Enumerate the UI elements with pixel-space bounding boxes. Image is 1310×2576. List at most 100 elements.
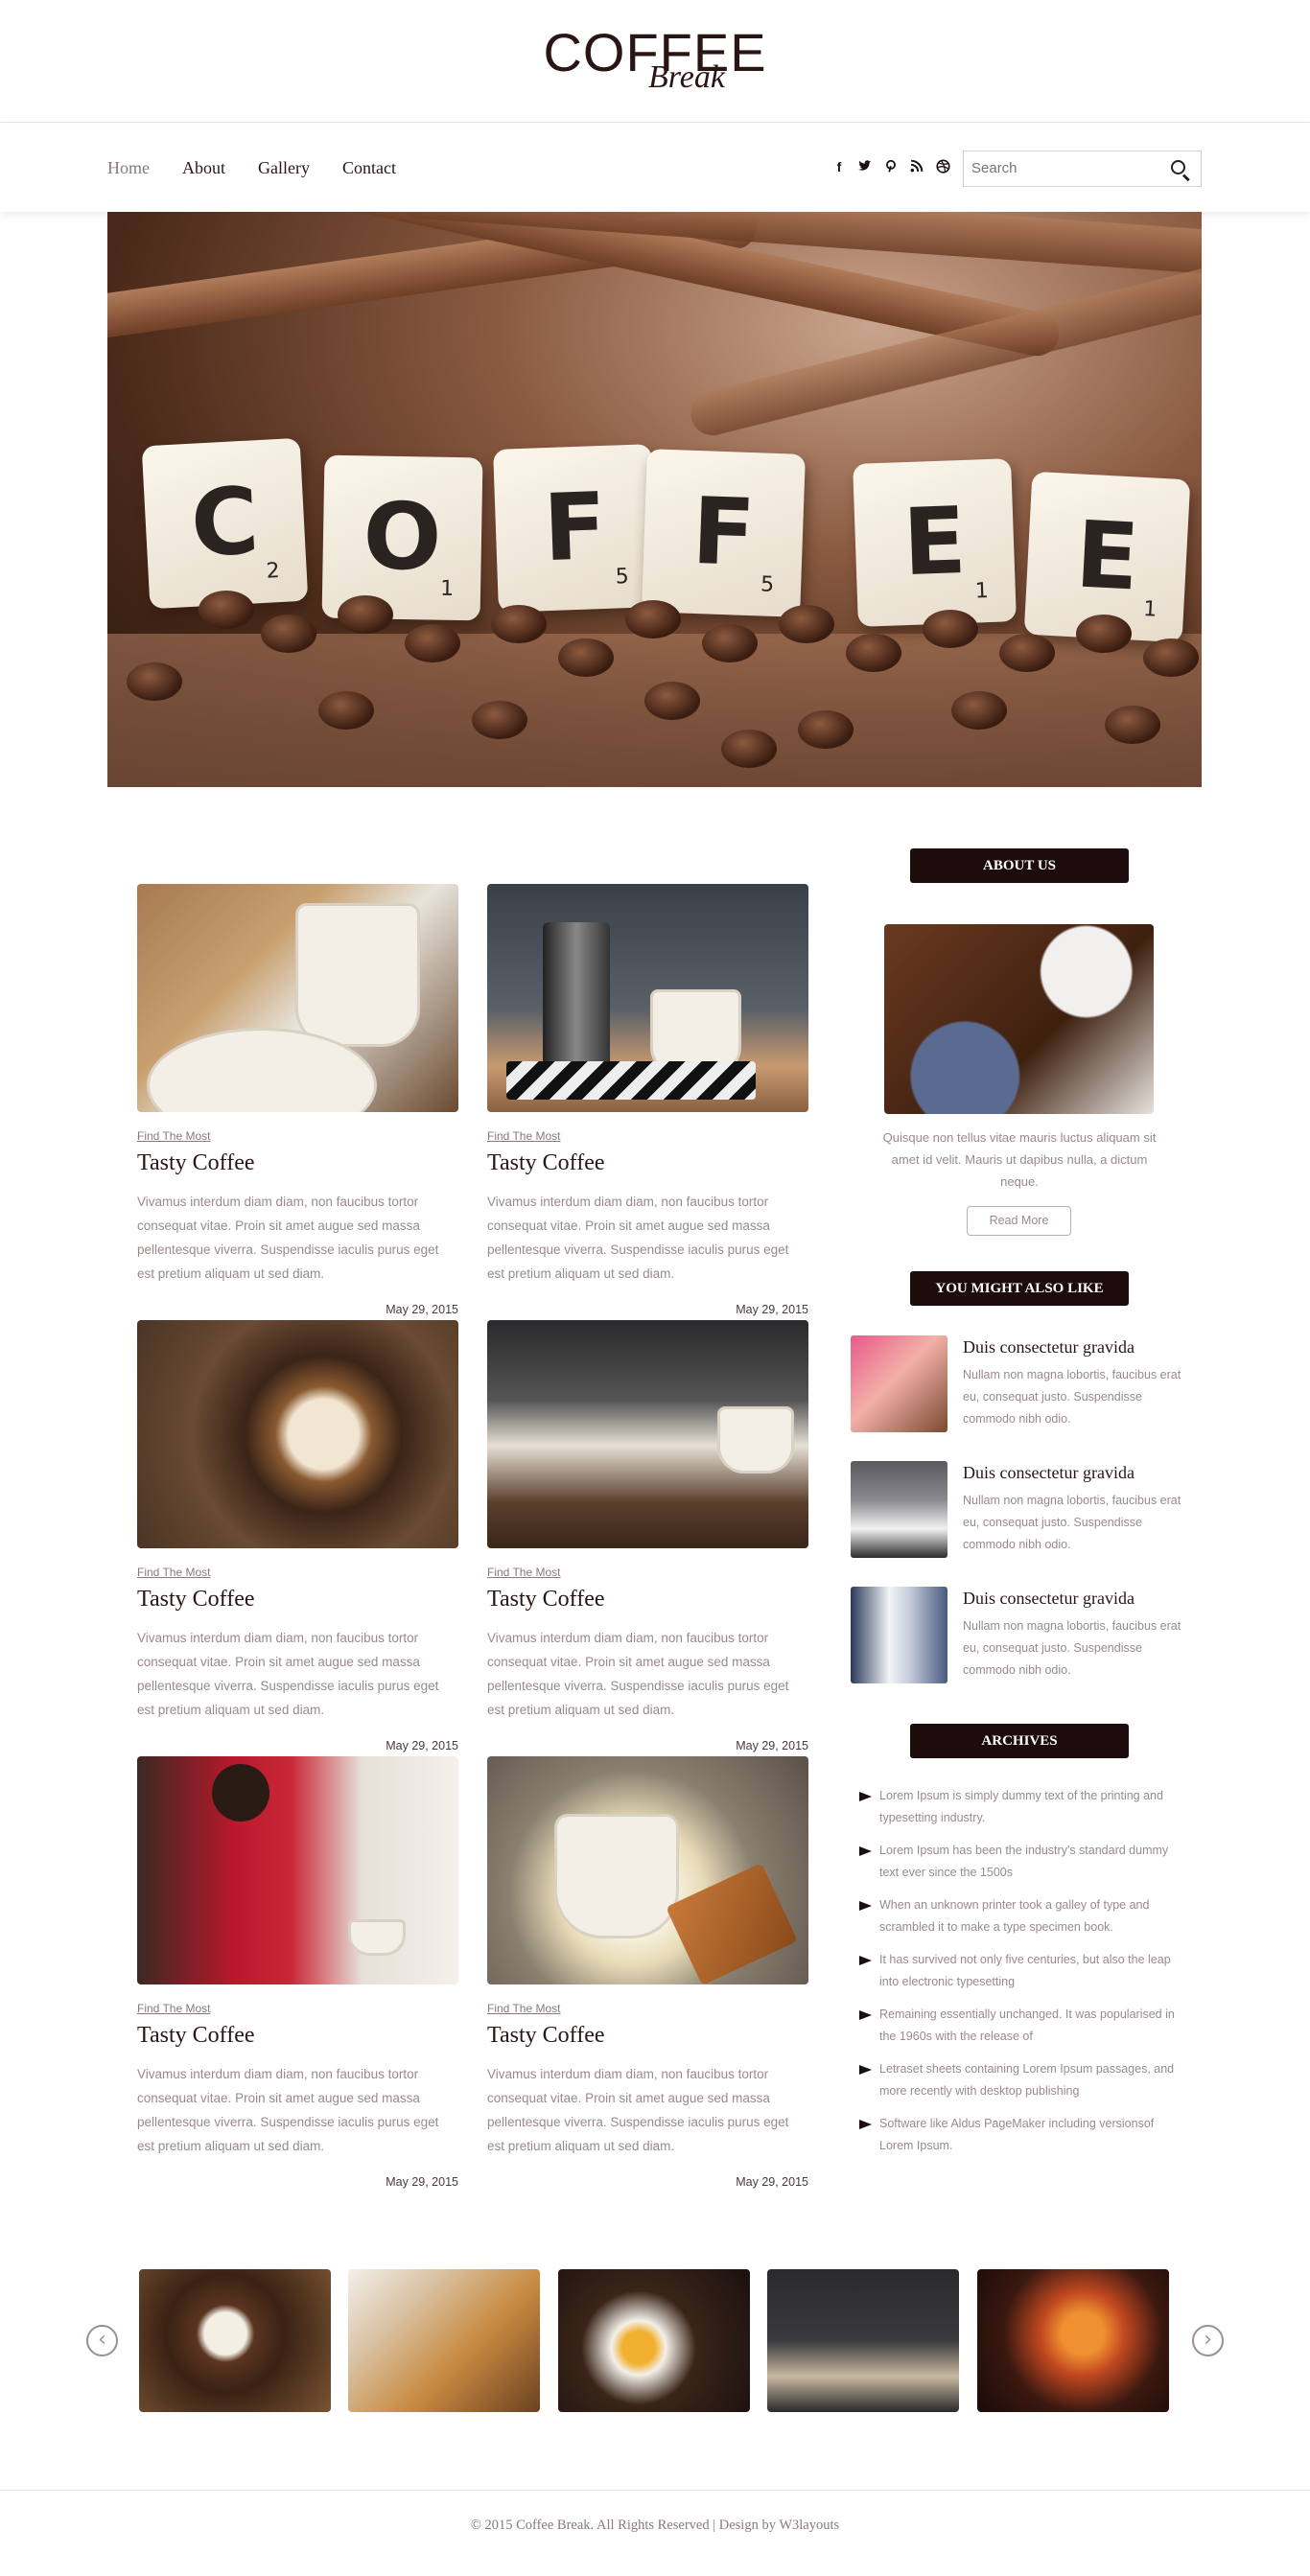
chevron-right-icon[interactable]: › <box>1192 2325 1224 2356</box>
post-card: Find The Most Tasty Coffee Vivamus inter… <box>137 884 458 1316</box>
post-card: Find The Most Tasty Coffee Vivamus inter… <box>487 884 808 1316</box>
post-card: Find The Most Tasty Coffee Vivamus inter… <box>487 1320 808 1752</box>
post-image[interactable] <box>487 884 808 1112</box>
read-more-button[interactable]: Read More <box>967 1206 1071 1236</box>
arrow-icon <box>859 1846 872 1856</box>
footer-divider <box>0 2490 1310 2491</box>
nav-links: Home About Gallery Contact <box>107 158 396 178</box>
archive-item[interactable]: Letraset sheets containing Lorem Ipsum p… <box>859 2058 1185 2113</box>
list-item[interactable]: Duis consectetur gravida Nullam non magn… <box>851 1461 1181 1561</box>
post-image[interactable] <box>487 1320 808 1548</box>
item-title[interactable]: Duis consectetur gravida <box>963 1463 1135 1483</box>
rss-icon[interactable] <box>910 159 924 174</box>
gallery-image[interactable] <box>977 2269 1169 2412</box>
archives-list: Lorem Ipsum is simply dummy text of the … <box>859 1785 1185 2168</box>
about-heading: ABOUT US <box>910 848 1129 883</box>
post-card: Find The Most Tasty Coffee Vivamus inter… <box>137 1320 458 1752</box>
post-title[interactable]: Tasty Coffee <box>487 2023 605 2049</box>
arrow-icon <box>859 2120 872 2129</box>
gallery-image[interactable] <box>139 2269 331 2412</box>
post-body: Vivamus interdum diam diam, non faucibus… <box>137 1195 439 1281</box>
post-image[interactable] <box>487 1756 808 1984</box>
post-card: Find The Most Tasty Coffee Vivamus inter… <box>137 1756 458 2189</box>
nav-about[interactable]: About <box>182 158 225 178</box>
pinterest-icon[interactable] <box>884 159 898 174</box>
list-item[interactable]: Duis consectetur gravida Nullam non magn… <box>851 1335 1181 1435</box>
post-category[interactable]: Find The Most <box>487 1566 560 1579</box>
letter-tile: E1 <box>853 458 1017 627</box>
arrow-icon <box>859 2065 872 2075</box>
footer-copyright: © 2015 Coffee Break. All Rights Reserved… <box>470 2518 840 2533</box>
item-image[interactable] <box>851 1587 947 1683</box>
gallery-image[interactable] <box>558 2269 750 2412</box>
dribbble-icon[interactable] <box>936 159 950 174</box>
post-title[interactable]: Tasty Coffee <box>137 1587 255 1613</box>
letter-tile: F5 <box>493 444 657 613</box>
about-image <box>884 924 1154 1114</box>
item-image[interactable] <box>851 1461 947 1558</box>
chevron-left-icon[interactable]: ‹ <box>86 2325 118 2356</box>
arrow-icon <box>859 1792 872 1801</box>
post-title[interactable]: Tasty Coffee <box>137 1150 255 1176</box>
search-input[interactable] <box>964 151 1156 185</box>
item-title[interactable]: Duis consectetur gravida <box>963 1337 1135 1358</box>
post-body: Vivamus interdum diam diam, non faucibus… <box>137 1631 439 1717</box>
post-title[interactable]: Tasty Coffee <box>487 1587 605 1613</box>
search-icon[interactable] <box>1170 159 1191 182</box>
also-like-heading: YOU MIGHT ALSO LIKE <box>910 1271 1129 1306</box>
item-text: Nullam non magna lobortis, faucibus erat… <box>963 1619 1181 1677</box>
nav-gallery[interactable]: Gallery <box>258 158 310 178</box>
archive-item[interactable]: Lorem Ipsum has been the industry's stan… <box>859 1840 1185 1894</box>
archive-item[interactable]: It has survived not only five centuries,… <box>859 1949 1185 2004</box>
nav-home[interactable]: Home <box>107 158 150 178</box>
hero-banner: C2 O1 F5 F5 E1 E1 <box>107 212 1202 787</box>
arrow-icon <box>859 1901 872 1911</box>
post-date: May 29, 2015 <box>736 1739 808 1752</box>
letter-tile: C2 <box>141 437 309 610</box>
post-image[interactable] <box>137 1320 458 1548</box>
post-image[interactable] <box>137 1756 458 1984</box>
facebook-icon[interactable]: f <box>832 159 846 174</box>
gallery-image[interactable] <box>767 2269 959 2412</box>
post-title[interactable]: Tasty Coffee <box>487 1150 605 1176</box>
post-category[interactable]: Find The Most <box>487 2002 560 2015</box>
arrow-icon <box>859 1956 872 1965</box>
gallery-image[interactable] <box>348 2269 540 2412</box>
archive-item[interactable]: Remaining essentially unchanged. It was … <box>859 2004 1185 2058</box>
site-header: COFFEE Break <box>0 0 1310 123</box>
item-image[interactable] <box>851 1335 947 1432</box>
list-item[interactable]: Duis consectetur gravida Nullam non magn… <box>851 1587 1181 1686</box>
social-icons: f <box>832 159 950 174</box>
nav-contact[interactable]: Contact <box>342 158 396 178</box>
archive-item[interactable]: When an unknown printer took a galley of… <box>859 1894 1185 1949</box>
post-date: May 29, 2015 <box>386 2175 458 2189</box>
logo-script[interactable]: Break <box>648 59 725 96</box>
post-date: May 29, 2015 <box>736 2175 808 2189</box>
item-text: Nullam non magna lobortis, faucibus erat… <box>963 1494 1181 1551</box>
post-body: Vivamus interdum diam diam, non faucibus… <box>137 2067 439 2153</box>
letter-tile: F5 <box>642 449 806 617</box>
post-date: May 29, 2015 <box>386 1739 458 1752</box>
item-text: Nullam non magna lobortis, faucibus erat… <box>963 1368 1181 1426</box>
twitter-icon[interactable] <box>858 159 872 174</box>
archive-item[interactable]: Software like Aldus PageMaker including … <box>859 2113 1185 2168</box>
item-title[interactable]: Duis consectetur gravida <box>963 1589 1135 1609</box>
post-body: Vivamus interdum diam diam, non faucibus… <box>487 1631 789 1717</box>
post-title[interactable]: Tasty Coffee <box>137 2023 255 2049</box>
letter-tile: O1 <box>321 454 483 621</box>
post-body: Vivamus interdum diam diam, non faucibus… <box>487 1195 789 1281</box>
post-category[interactable]: Find The Most <box>137 1129 210 1143</box>
search-box <box>963 151 1202 187</box>
post-category[interactable]: Find The Most <box>487 1129 560 1143</box>
post-date: May 29, 2015 <box>736 1303 808 1316</box>
post-card: Find The Most Tasty Coffee Vivamus inter… <box>487 1756 808 2189</box>
arrow-icon <box>859 2010 872 2020</box>
archive-item[interactable]: Lorem Ipsum is simply dummy text of the … <box>859 1785 1185 1840</box>
post-image[interactable] <box>137 884 458 1112</box>
about-text: Quisque non tellus vitae mauris luctus a… <box>882 1130 1157 1189</box>
post-category[interactable]: Find The Most <box>137 1566 210 1579</box>
post-category[interactable]: Find The Most <box>137 2002 210 2015</box>
archives-heading: ARCHIVES <box>910 1724 1129 1758</box>
post-body: Vivamus interdum diam diam, non faucibus… <box>487 2067 789 2153</box>
post-date: May 29, 2015 <box>386 1303 458 1316</box>
